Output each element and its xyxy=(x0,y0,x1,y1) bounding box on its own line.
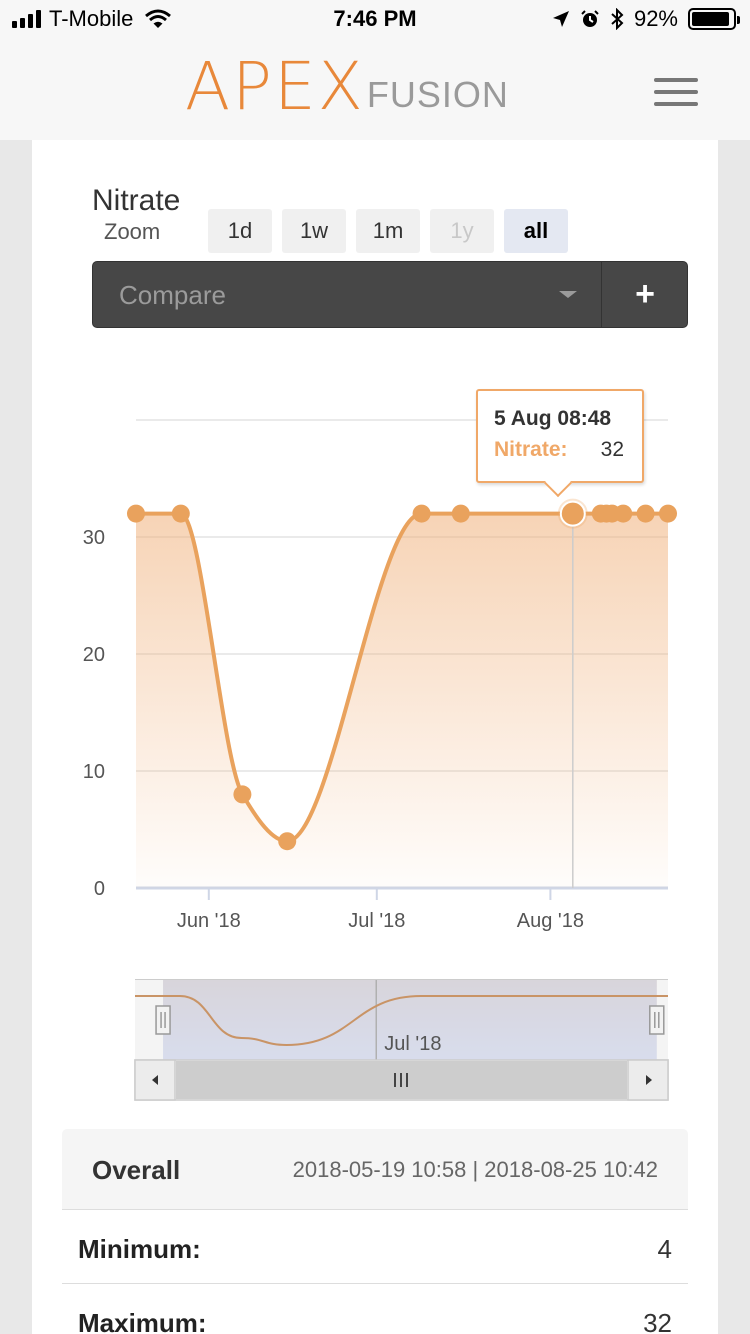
x-tick-label: Jul '18 xyxy=(348,910,405,932)
zoom-1d-button[interactable]: 1d xyxy=(208,209,272,253)
tooltip-value: 32 xyxy=(600,438,624,461)
data-point[interactable] xyxy=(412,504,431,523)
stats-row-value: 32 xyxy=(643,1308,672,1334)
data-point[interactable] xyxy=(233,785,252,804)
navigator-tick-label: Jul '18 xyxy=(384,1033,441,1055)
stats-row-minimum: Minimum: 4 xyxy=(62,1210,688,1284)
data-point[interactable] xyxy=(278,832,297,851)
chevron-down-icon xyxy=(559,291,577,298)
compare-control: Compare + xyxy=(92,261,688,328)
data-point[interactable] xyxy=(659,504,677,523)
y-tick-label: 0 xyxy=(94,878,105,900)
zoom-label: Zoom xyxy=(104,219,161,244)
logo-apex-text: APEX xyxy=(185,48,365,125)
stats-title: Overall xyxy=(92,1155,181,1185)
compare-placeholder: Compare xyxy=(119,280,226,310)
x-tick-label: Jun '18 xyxy=(177,910,241,932)
tooltip-series-label: Nitrate: xyxy=(494,438,568,461)
y-tick-label: 30 xyxy=(83,527,105,549)
navigator-right-handle[interactable] xyxy=(649,1005,665,1035)
zoom-1w-button[interactable]: 1w xyxy=(282,209,346,253)
app-header: APEX FUSION xyxy=(0,40,750,140)
stats-row-maximum: Maximum: 32 xyxy=(62,1284,688,1334)
zoom-1m-button[interactable]: 1m xyxy=(356,209,420,253)
battery-icon xyxy=(688,8,740,30)
data-point[interactable] xyxy=(559,500,586,527)
logo-fusion-text: FUSION xyxy=(366,74,509,115)
zoom-1y-button[interactable]: 1y xyxy=(430,209,494,253)
scroll-left-button[interactable] xyxy=(134,1059,176,1101)
navigator-left-handle[interactable] xyxy=(155,1005,171,1035)
chart-tooltip: 5 Aug 08:48 Nitrate: 32 xyxy=(476,389,644,483)
hamburger-menu-icon[interactable] xyxy=(654,78,698,106)
stats-row-label: Minimum: xyxy=(78,1234,201,1264)
stats-header: Overall 2018-05-19 10:58 | 2018-08-25 10… xyxy=(62,1129,688,1210)
status-bar: T-Mobile 7:46 PM 92% xyxy=(0,0,750,40)
add-compare-button[interactable]: + xyxy=(602,262,688,327)
data-point[interactable] xyxy=(614,504,633,523)
location-icon xyxy=(552,11,569,27)
page-title: Nitrate xyxy=(92,184,181,217)
alarm-icon xyxy=(581,10,599,27)
stats-date-range: 2018-05-19 10:58 | 2018-08-25 10:42 xyxy=(292,1157,658,1182)
data-point[interactable] xyxy=(636,504,655,523)
compare-select[interactable]: Compare xyxy=(93,262,601,327)
navigator-scrollbar[interactable] xyxy=(134,1059,669,1101)
stats-row-label: Maximum: xyxy=(78,1308,207,1334)
stats-row-value: 4 xyxy=(657,1234,672,1264)
zoom-all-button[interactable]: all xyxy=(504,209,568,253)
bluetooth-icon xyxy=(611,8,624,30)
data-point[interactable] xyxy=(171,504,190,523)
stats-table: Overall 2018-05-19 10:58 | 2018-08-25 10… xyxy=(62,1129,688,1334)
battery-percent: 92% xyxy=(633,6,678,31)
scroll-right-button[interactable] xyxy=(627,1059,669,1101)
y-tick-label: 20 xyxy=(83,644,105,666)
data-point[interactable] xyxy=(127,504,145,523)
tooltip-date: 5 Aug 08:48 xyxy=(494,407,612,430)
y-tick-label: 10 xyxy=(83,761,105,783)
navigator[interactable]: Jul '18 xyxy=(135,979,668,1060)
apex-fusion-logo[interactable]: APEX FUSION xyxy=(185,54,509,120)
data-point[interactable] xyxy=(451,504,470,523)
x-tick-label: Aug '18 xyxy=(517,910,584,932)
